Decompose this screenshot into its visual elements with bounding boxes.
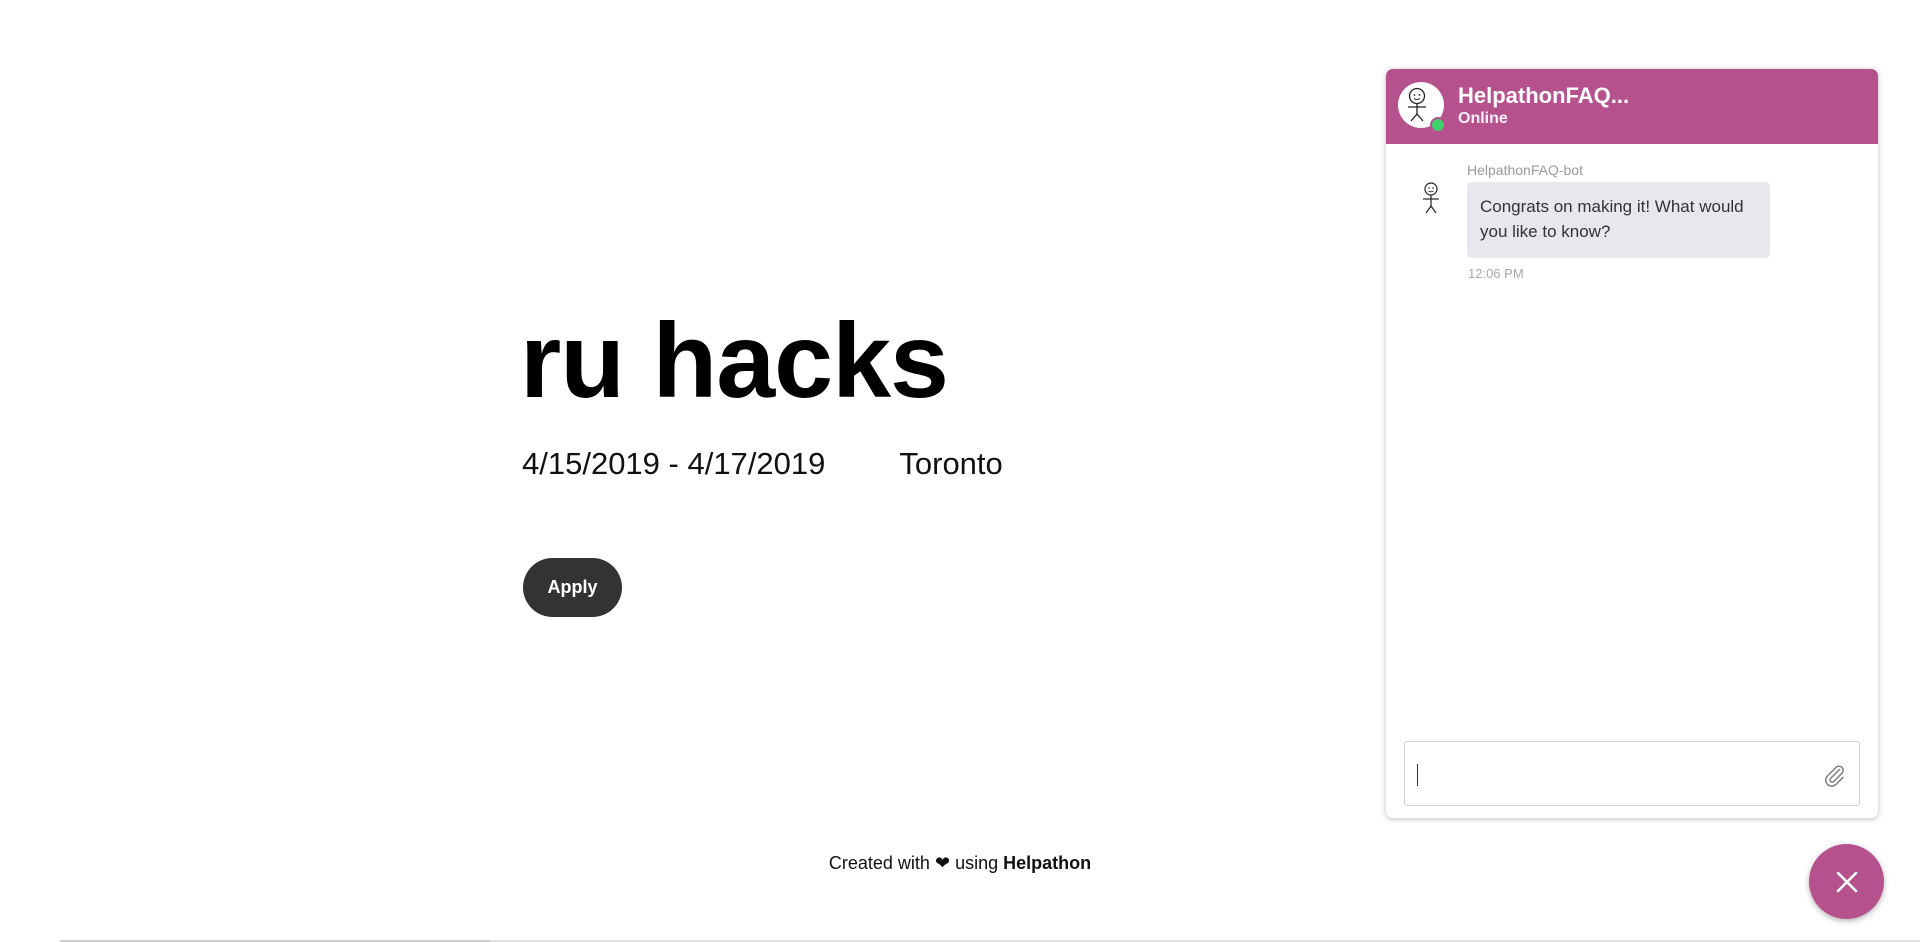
footer-brand-link[interactable]: Helpathon (1003, 853, 1091, 873)
chat-header-title: HelpathonFAQ... (1458, 83, 1630, 108)
paperclip-icon[interactable] (1822, 763, 1846, 787)
message-sender: HelpathonFAQ-bot (1467, 162, 1583, 178)
close-chat-button[interactable] (1809, 844, 1884, 919)
message-avatar (1415, 181, 1447, 217)
message-input[interactable] (1417, 742, 1807, 805)
footer-prefix: Created with (828, 853, 930, 873)
message-timestamp: 12:06 PM (1468, 266, 1524, 281)
footer: Created with ❤ using Helpathon (0, 853, 1920, 874)
text-cursor (1417, 764, 1418, 786)
event-location: Toronto (899, 446, 1003, 481)
close-icon (1836, 871, 1857, 892)
heart-icon: ❤ (934, 853, 951, 873)
chat-input-box (1404, 741, 1860, 806)
footer-middle: using (955, 853, 999, 873)
message-bubble: Congrats on making it! What would you li… (1467, 182, 1770, 258)
stick-figure-icon (1423, 182, 1439, 214)
apply-button[interactable]: Apply (523, 558, 622, 617)
event-dates: 4/15/2019 - 4/17/2019 (522, 446, 826, 481)
online-status-dot (1430, 117, 1446, 133)
chat-header: HelpathonFAQ... Online (1386, 69, 1878, 144)
event-meta: 4/15/2019 - 4/17/2019 Toronto (522, 446, 1003, 482)
page: ru hacks 4/15/2019 - 4/17/2019 Toronto Ap… (0, 0, 1920, 942)
chat-header-status: Online (1458, 110, 1508, 127)
event-title: ru hacks (520, 302, 949, 420)
chat-panel: HelpathonFAQ... Online HelpathonFAQ-bot … (1386, 69, 1878, 818)
